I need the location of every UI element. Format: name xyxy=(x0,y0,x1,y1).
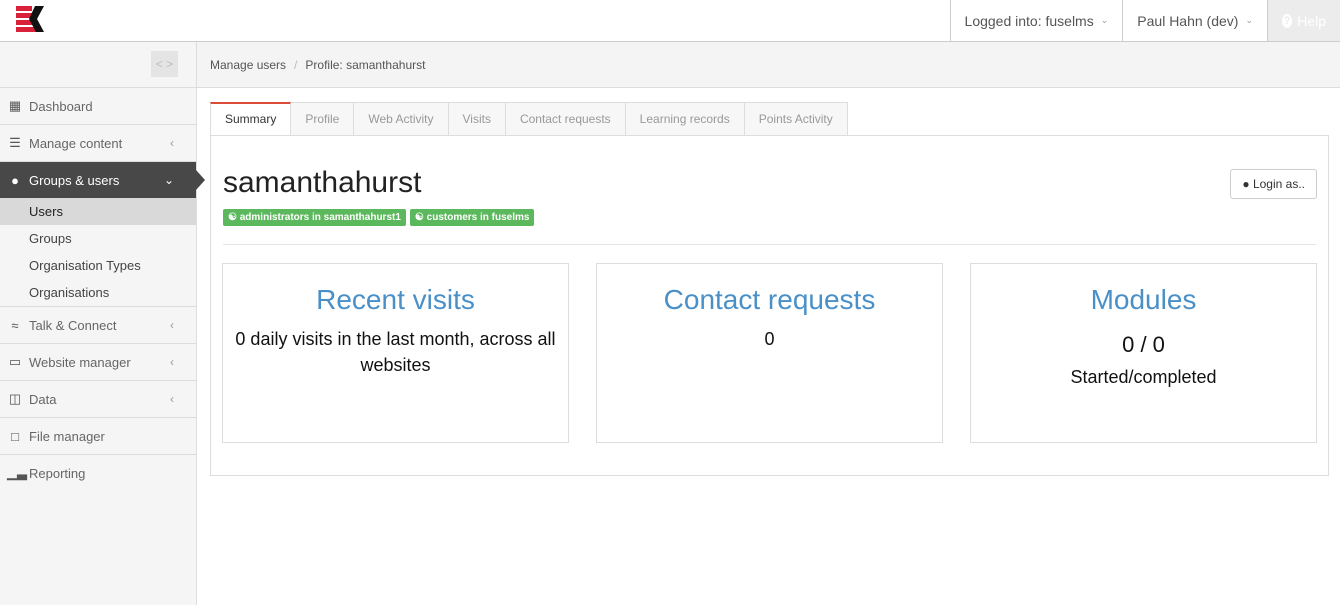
summary-panel: samanthahurst ☯ administrators in samant… xyxy=(210,135,1329,476)
user-icon: ● xyxy=(11,172,19,188)
modules-card: Modules 0 / 0 Started/completed xyxy=(970,263,1317,443)
file-icon: □ xyxy=(11,428,19,444)
chevron-left-icon: ‹ xyxy=(170,392,174,406)
tab-visits[interactable]: Visits xyxy=(448,102,506,136)
sidebar-item-data[interactable]: ◫ Data ‹ xyxy=(0,380,196,417)
tab-profile[interactable]: Profile xyxy=(291,102,355,136)
group-badge[interactable]: ☯ customers in fuselms xyxy=(409,209,535,226)
sidebar-item-file-manager[interactable]: □ File manager xyxy=(0,417,196,454)
tab-learning-records[interactable]: Learning records xyxy=(625,102,745,136)
user-icon: ● xyxy=(1242,177,1253,191)
page-title: samanthahurst xyxy=(223,166,422,199)
bar-chart-icon: ▁▃ xyxy=(7,465,27,480)
sidebar-sub-organisations[interactable]: Organisations xyxy=(0,279,196,306)
divider xyxy=(223,244,1316,245)
tab-summary[interactable]: Summary xyxy=(210,102,292,136)
chevron-down-icon: ⌄ xyxy=(163,173,174,187)
sidebar-item-reporting[interactable]: ▁▃ Reporting xyxy=(0,454,196,491)
dashboard-icon: ▦ xyxy=(8,98,22,113)
sidebar-item-website-manager[interactable]: ▭ Website manager ‹ xyxy=(0,343,196,380)
top-bar: Logged into: fuselms ⌄ Paul Hahn (dev) ⌄ ?… xyxy=(0,0,1340,42)
chevron-left-icon: ‹ xyxy=(170,318,174,332)
contact-requests-card: Contact requests 0 xyxy=(596,263,943,443)
laptop-icon: ▭ xyxy=(8,354,22,369)
group-icon: ☯ xyxy=(228,212,240,223)
tab-contact-requests[interactable]: Contact requests xyxy=(505,102,626,136)
breadcrumb-current: Profile: samanthahurst xyxy=(305,58,426,72)
sidebar-sub-organisation-types[interactable]: Organisation Types xyxy=(0,252,196,279)
group-badge[interactable]: ☯ administrators in samanthahurst1 xyxy=(223,209,406,226)
sidebar-item-groups-users[interactable]: ● Groups & users ⌄ xyxy=(0,161,205,198)
sidebar-toggle[interactable]: < > xyxy=(151,51,178,77)
recent-visits-card: Recent visits 0 daily visits in the last… xyxy=(222,263,569,443)
chevron-left-icon: ‹ xyxy=(170,136,174,150)
wifi-icon: ≈ xyxy=(11,317,19,333)
breadcrumb: Manage users / Profile: samanthahurst xyxy=(197,42,1340,88)
profile-tabs: Summary Profile Web Activity Visits Cont… xyxy=(210,102,848,136)
sidebar-item-dashboard[interactable]: ▦ Dashboard xyxy=(0,87,196,124)
tab-points-activity[interactable]: Points Activity xyxy=(744,102,848,136)
user-menu-dropdown[interactable]: Paul Hahn (dev) ⌄ xyxy=(1122,0,1267,41)
sidebar-sub-users[interactable]: Users xyxy=(0,198,196,225)
tab-web-activity[interactable]: Web Activity xyxy=(354,102,449,136)
sidebar-item-manage-content[interactable]: ☰ Manage content ‹ xyxy=(0,124,196,161)
login-as-button[interactable]: ● Login as.. xyxy=(1230,169,1317,199)
chevron-down-icon: ⌄ xyxy=(1100,15,1109,25)
chevron-left-icon: ‹ xyxy=(170,355,174,369)
database-icon: ◫ xyxy=(8,391,22,406)
sidebar-item-talk-connect[interactable]: ≈ Talk & Connect ‹ xyxy=(0,306,196,343)
sidebar: < > ▦ Dashboard ☰ Manage content ‹ ● Groups … xyxy=(0,42,205,605)
logo[interactable] xyxy=(15,6,45,38)
breadcrumb-manage-users[interactable]: Manage users xyxy=(210,58,286,72)
help-button[interactable]: ? Help xyxy=(1267,0,1340,41)
group-icon: ☯ xyxy=(414,212,427,223)
layers-icon: ☰ xyxy=(9,135,21,150)
question-icon: ? xyxy=(1282,13,1293,28)
logged-into-dropdown[interactable]: Logged into: fuselms ⌄ xyxy=(949,0,1123,41)
sidebar-sub-groups[interactable]: Groups xyxy=(0,225,196,252)
chevron-down-icon: ⌄ xyxy=(1245,15,1253,25)
